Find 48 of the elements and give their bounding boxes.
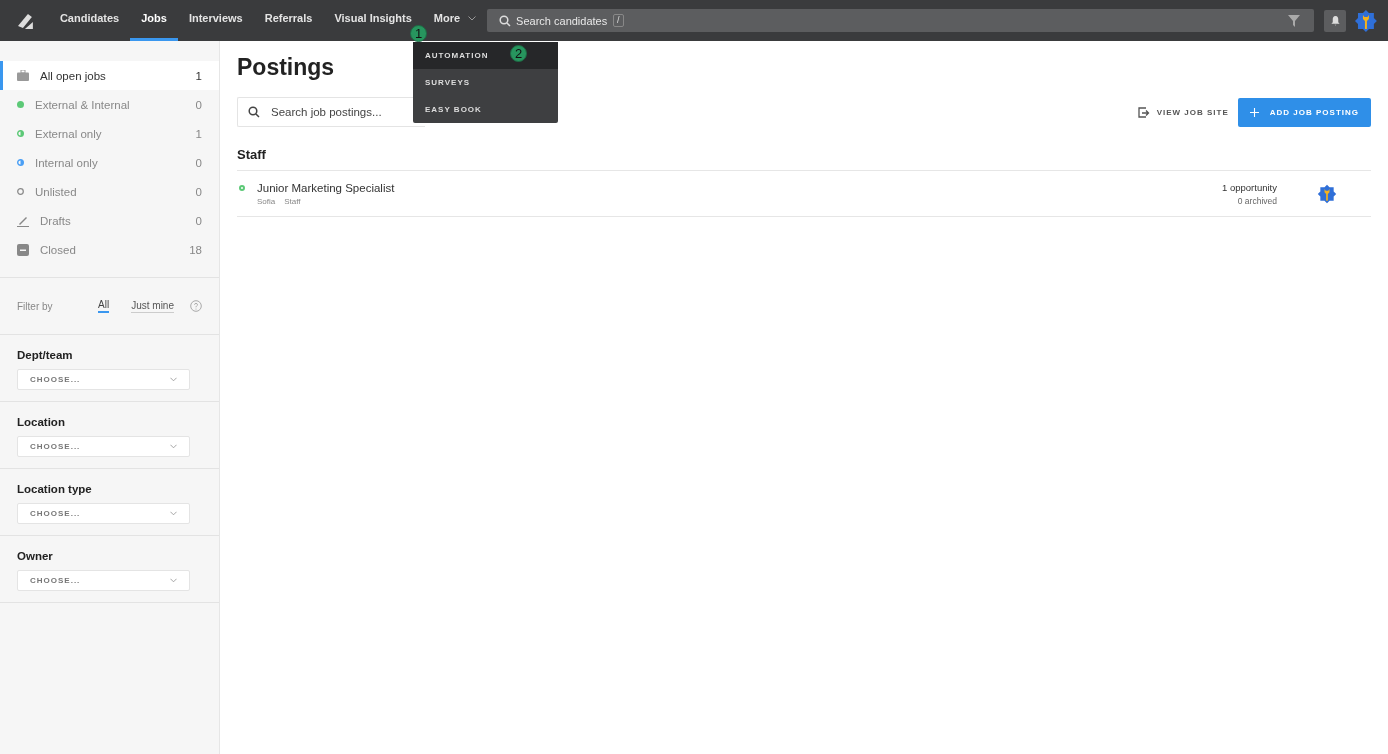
posting-location: Sofia — [257, 196, 276, 206]
external-link-icon — [1137, 106, 1150, 118]
chevron-icon — [170, 444, 177, 449]
search-icon — [499, 15, 512, 27]
shortcut-key: / — [613, 14, 624, 27]
group-heading: Staff — [237, 147, 267, 162]
page-title: Postings — [237, 54, 335, 81]
nav-tab[interactable]: Jobs — [130, 11, 178, 25]
search-field[interactable]: Search job postings... — [237, 97, 425, 127]
archived-count: 0 archived — [1237, 195, 1277, 206]
sidebar-item[interactable]: External only 1 — [0, 119, 219, 148]
selected-tab-indicator — [130, 38, 178, 41]
filter-heading: Owner — [17, 550, 54, 562]
filter-heading: Dept/team — [17, 349, 74, 361]
nav-tab[interactable]: Visual Insights — [323, 11, 423, 25]
chevron-icon — [170, 377, 177, 382]
filter-heading: Location — [17, 416, 66, 428]
notifications-button[interactable] — [1324, 9, 1347, 32]
briefcase-icon — [17, 70, 29, 81]
nav-tab[interactable]: More — [422, 11, 488, 25]
sidebar-item[interactable]: All open jobs 1 — [0, 61, 219, 90]
filter-option[interactable]: All — [98, 299, 110, 313]
bell-icon — [1329, 15, 1341, 26]
search-icon — [248, 106, 260, 118]
choose-dropdown[interactable]: CHOOSE... — [17, 436, 190, 457]
choose-dropdown[interactable]: CHOOSE... — [17, 369, 190, 390]
nav-tab[interactable]: Interviews — [177, 11, 254, 25]
filter-option[interactable]: Just mine — [131, 299, 174, 313]
filter-icon[interactable] — [1288, 15, 1301, 27]
posting-title-link[interactable]: Junior Marketing Specialist — [257, 181, 395, 194]
plus-icon — [1249, 107, 1259, 117]
gear-wrench-avatar-icon[interactable] — [1354, 8, 1378, 33]
closed-box-icon — [17, 243, 29, 256]
posting-team: Staff — [284, 196, 301, 206]
nav-tab[interactable]: Referrals — [253, 11, 324, 25]
gear-wrench-avatar-icon[interactable] — [1317, 183, 1337, 204]
chevron-icon — [170, 578, 177, 583]
filter-heading: Location type — [17, 483, 93, 495]
filter-label: Filter by — [17, 300, 53, 312]
chevron-icon — [468, 15, 477, 21]
choose-dropdown[interactable]: CHOOSE... — [17, 570, 190, 591]
chevron-icon — [170, 511, 177, 516]
opportunity-count: 1 opportunity — [1222, 181, 1277, 193]
pencil-icon — [17, 214, 29, 227]
nav-tab[interactable]: Candidates — [48, 11, 131, 25]
choose-dropdown[interactable]: CHOOSE... — [17, 503, 190, 524]
menu-item[interactable]: SURVEYS — [413, 69, 558, 96]
view-job-site-link[interactable]: VIEW JOB SITE — [1137, 106, 1229, 118]
